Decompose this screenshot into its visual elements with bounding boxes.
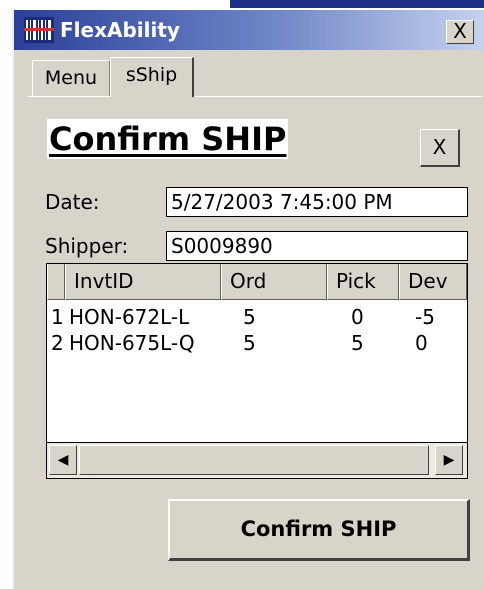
table-row[interactable]: 1 HON-672L-L 5 0 -5 (47, 304, 467, 330)
scrollbar-thumb[interactable] (79, 445, 429, 475)
column-header-ord[interactable]: Ord (221, 264, 327, 300)
column-header-dev[interactable]: Dev (399, 264, 467, 300)
cell-dev: 0 (415, 331, 428, 355)
confirm-ship-button[interactable]: Confirm SHIP (168, 499, 470, 561)
shipper-field[interactable]: S0009890 (166, 231, 468, 261)
close-form-button[interactable]: X (420, 129, 460, 167)
cell-pick: 5 (351, 331, 364, 355)
app-window: FlexAbility X Menu sShip Confirm SHIP X … (12, 10, 484, 589)
scroll-left-icon[interactable]: ◀ (49, 445, 77, 475)
shipper-label: Shipper: (45, 234, 129, 258)
grid-header: InvtID Ord Pick Dev (47, 264, 467, 300)
row-number: 1 (51, 305, 64, 329)
cell-pick: 0 (351, 305, 364, 329)
cell-invtid: HON-675L-Q (69, 331, 195, 355)
page-title: Confirm SHIP (47, 119, 289, 159)
title-bar[interactable]: FlexAbility X (14, 10, 484, 50)
row-header-corner (47, 264, 65, 300)
row-number: 2 (51, 331, 64, 355)
column-header-invtid[interactable]: InvtID (65, 264, 221, 300)
tab-menu[interactable]: Menu (32, 60, 110, 96)
window-close-button[interactable]: X (446, 20, 474, 44)
scroll-right-icon[interactable]: ▶ (435, 445, 463, 475)
cell-invtid: HON-672L-L (69, 305, 190, 329)
cell-ord: 5 (243, 305, 256, 329)
barcode-icon (24, 17, 54, 43)
window-title: FlexAbility (60, 18, 180, 42)
confirm-ship-panel: Confirm SHIP X Date: 5/27/2003 7:45:00 P… (28, 96, 482, 584)
items-grid[interactable]: InvtID Ord Pick Dev 1 HON-672L-L 5 0 -5 … (46, 263, 468, 479)
cell-dev: -5 (415, 305, 435, 329)
horizontal-scrollbar[interactable]: ◀ ▶ (47, 442, 467, 478)
date-label: Date: (45, 190, 100, 214)
background-strip (230, 0, 484, 8)
tab-sship[interactable]: sShip (110, 57, 194, 97)
cell-ord: 5 (243, 331, 256, 355)
date-field[interactable]: 5/27/2003 7:45:00 PM (166, 187, 468, 217)
column-header-pick[interactable]: Pick (327, 264, 399, 300)
table-row[interactable]: 2 HON-675L-Q 5 5 0 (47, 330, 467, 356)
